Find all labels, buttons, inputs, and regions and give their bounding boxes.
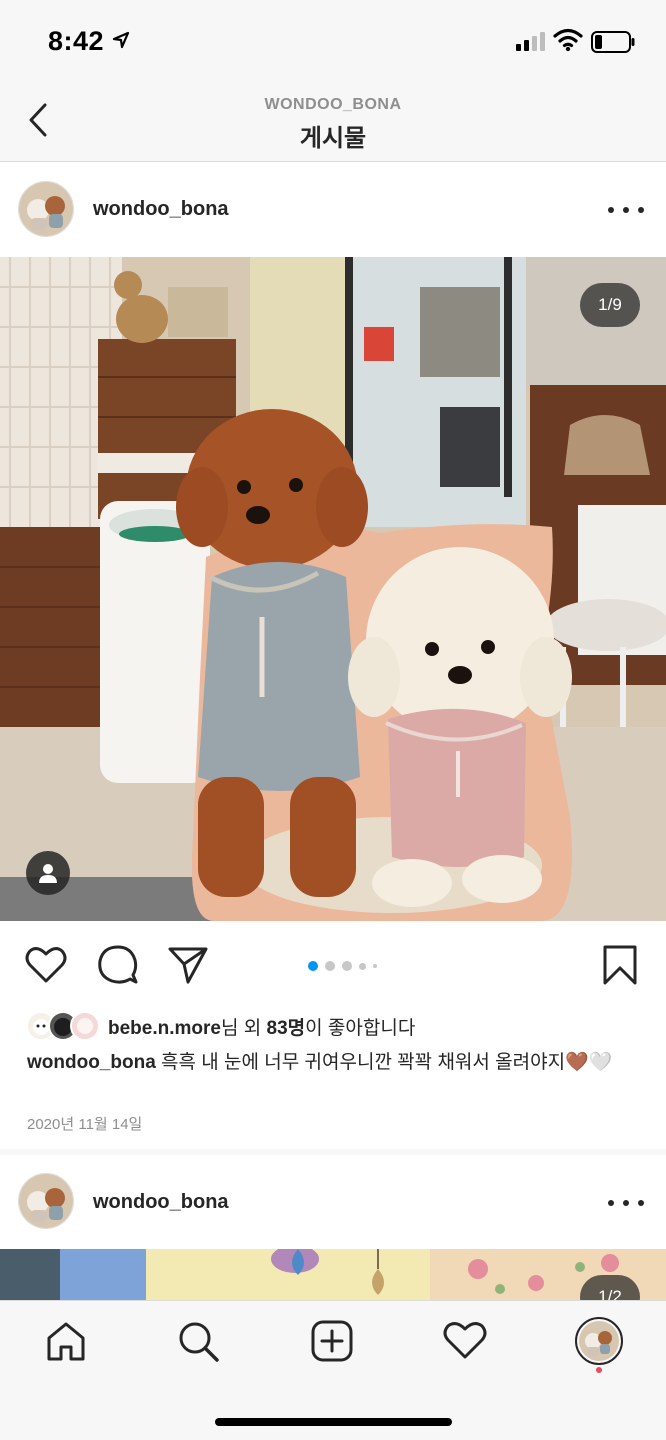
post-header: wondoo_bona <box>0 162 666 258</box>
more-options-button[interactable] <box>608 1193 644 1213</box>
liker-avatar <box>70 1011 100 1041</box>
tab-new-post[interactable] <box>306 1315 358 1367</box>
caption-text: 흑흑 내 눈에 너무 귀여우니깐 꽉꽉 채워서 올려야지🤎🤍 <box>155 1052 613 1073</box>
more-horizontal-icon <box>608 207 614 213</box>
save-button[interactable] <box>598 943 642 987</box>
image-counter: 1/9 <box>580 283 640 327</box>
post-photo <box>0 1249 666 1301</box>
heart-icon <box>25 947 67 983</box>
avatar[interactable] <box>18 1173 74 1229</box>
post-date: 2020년 11월 14일 <box>27 1116 143 1133</box>
likes-text: bebe.n.more님 외 83명이 좋아합니다 <box>108 1017 416 1039</box>
carousel-dot <box>373 964 377 968</box>
post-actions: bebe.n.more님 외 83명이 좋아합니다 wondoo_bona 흑흑… <box>0 921 666 1149</box>
share-button[interactable] <box>166 943 210 987</box>
post-caption: wondoo_bona 흑흑 내 눈에 너무 귀여우니깐 꽉꽉 채워서 올려야지… <box>27 1049 647 1076</box>
likes-row[interactable]: bebe.n.more님 외 83명이 좋아합니다 <box>26 1009 415 1043</box>
carousel-dot <box>325 961 335 971</box>
notification-dot <box>596 1367 602 1373</box>
tab-profile[interactable] <box>573 1315 625 1367</box>
avatar <box>575 1317 623 1365</box>
person-icon <box>39 864 57 883</box>
more-horizontal-icon <box>608 1200 614 1206</box>
search-icon <box>179 1322 219 1362</box>
liker-username[interactable]: bebe.n.more <box>108 1018 221 1039</box>
home-icon <box>47 1322 85 1361</box>
location-arrow-icon <box>112 31 130 49</box>
carousel-dot-active <box>308 961 318 971</box>
tab-activity[interactable] <box>439 1315 491 1367</box>
carousel-dot <box>342 961 352 971</box>
like-button[interactable] <box>24 943 68 987</box>
tab-search[interactable] <box>172 1315 224 1367</box>
page-title: 게시물 <box>299 125 367 152</box>
wifi-icon <box>553 28 583 52</box>
like-count[interactable]: 83명 <box>267 1018 306 1039</box>
carousel-dot <box>359 962 366 970</box>
cellular-signal-icon <box>516 32 545 51</box>
status-time: 8:42 <box>48 26 105 56</box>
avatar-image <box>19 182 73 236</box>
post-username[interactable]: wondoo_bona <box>93 1191 229 1214</box>
avatar-image <box>19 1174 73 1228</box>
comment-icon <box>98 945 138 984</box>
post-photo <box>0 257 666 921</box>
battery-icon <box>591 31 635 53</box>
tagged-people-button[interactable] <box>26 851 70 895</box>
carousel-indicator <box>308 961 377 971</box>
caption-username[interactable]: wondoo_bona <box>27 1052 156 1073</box>
status-bar: 8:42 <box>0 0 666 86</box>
post-username[interactable]: wondoo_bona <box>93 198 229 221</box>
tab-home[interactable] <box>40 1315 92 1367</box>
more-options-button[interactable] <box>608 200 644 220</box>
bookmark-icon <box>603 945 637 985</box>
post-header: wondoo_bona <box>0 1155 666 1251</box>
nav-header: WONDOO_BONA 게시물 <box>0 86 666 162</box>
paper-plane-icon <box>168 947 208 984</box>
post-image[interactable]: 1/2 <box>0 1249 666 1301</box>
avatar[interactable] <box>18 181 74 237</box>
image-counter: 1/2 <box>580 1275 640 1301</box>
comment-button[interactable] <box>96 943 140 987</box>
nav-account-name: WONDOO_BONA <box>264 96 402 113</box>
home-indicator <box>215 1418 452 1426</box>
post-image[interactable]: 1/9 <box>0 257 666 921</box>
bottom-tab-bar <box>0 1300 666 1440</box>
add-post-icon <box>311 1320 353 1362</box>
heart-icon <box>443 1322 487 1359</box>
